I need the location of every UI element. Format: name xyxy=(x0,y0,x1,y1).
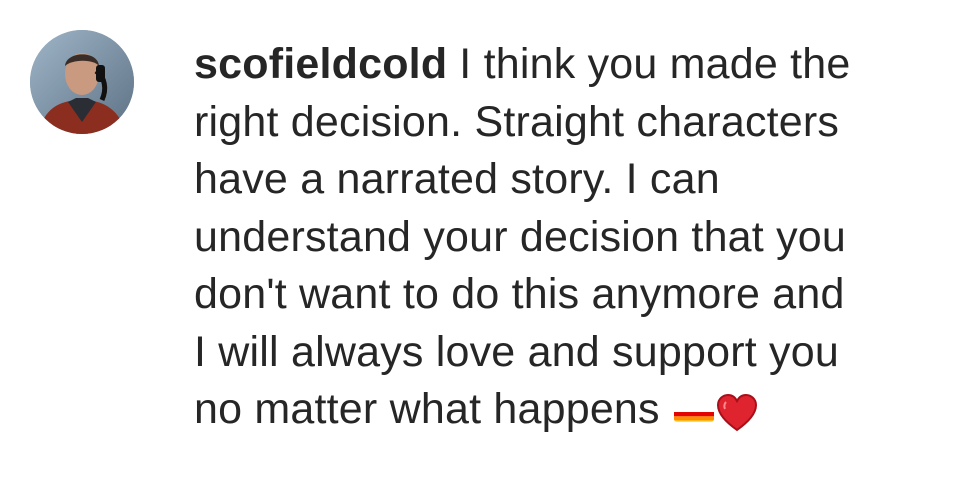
comment-text-line: I think you made the xyxy=(459,40,851,88)
comment-text-line: don't want to do this anymore and xyxy=(194,270,845,318)
comment-text: scofieldcold I think you made the right d… xyxy=(194,36,954,439)
emoji-group xyxy=(673,390,758,431)
comment-text-line: understand your decision that you xyxy=(194,212,847,261)
red-heart-icon xyxy=(716,390,758,431)
rainbow-flag-icon xyxy=(673,396,714,422)
comment-line-1: scofieldcold I think you made the xyxy=(194,36,954,94)
comment-text-line: have a narrated story. I can xyxy=(194,155,720,203)
avatar[interactable] xyxy=(30,30,134,134)
comment-line-7: no matter what happens xyxy=(194,381,954,439)
comment-text-line: right decision. Straight characters xyxy=(194,97,840,146)
profile-photo-icon xyxy=(30,30,134,134)
comment: scofieldcold I think you made the right d… xyxy=(0,0,980,480)
username[interactable]: scofieldcold xyxy=(194,40,447,88)
comment-text-line: no matter what happens xyxy=(194,385,660,433)
comment-text-line: I will always love and support you xyxy=(194,327,839,376)
